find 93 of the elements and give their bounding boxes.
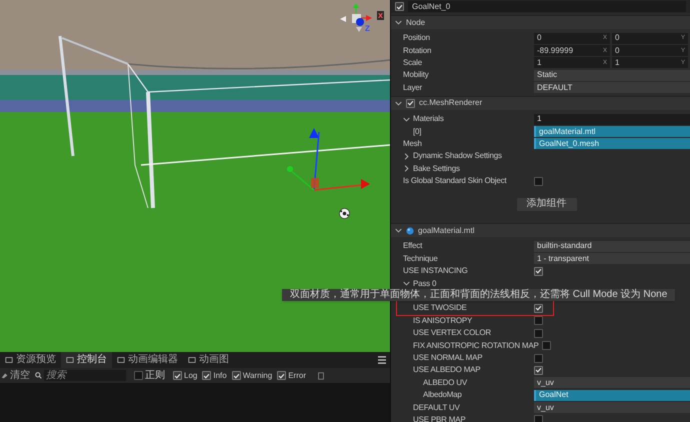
property-label: IS ANISOTROPY xyxy=(413,316,472,325)
property-label: Technique xyxy=(403,254,438,263)
checkbox[interactable] xyxy=(173,371,182,380)
panel-tab[interactable]: 动画编辑器 xyxy=(112,352,183,368)
asset-field[interactable]: GoalNet_0.mesh xyxy=(534,138,690,150)
asset-field[interactable]: goalMaterial.mtl xyxy=(534,126,690,138)
checkbox[interactable] xyxy=(534,328,543,338)
property-label: USE PBR MAP xyxy=(413,416,466,422)
checkbox[interactable] xyxy=(406,98,415,108)
property-label: DEFAULT UV xyxy=(413,404,460,412)
filter-checkbox[interactable]: Log xyxy=(173,371,198,380)
section-title: Node xyxy=(406,18,426,26)
property-label: Mobility xyxy=(403,71,429,80)
field-value: 0 xyxy=(537,34,542,42)
property-label: USE INSTANCING xyxy=(403,267,468,276)
property-label: [0] xyxy=(413,128,422,136)
dropdown-field[interactable]: builtin-standard xyxy=(534,240,690,252)
property-label: Dynamic Shadow Settings xyxy=(413,152,502,160)
filter-checkbox[interactable]: Info xyxy=(202,371,227,380)
field-value: 1 xyxy=(537,58,542,67)
property-label: AlbedoMap xyxy=(423,391,462,400)
checkbox[interactable] xyxy=(534,176,543,186)
property-label: Position xyxy=(403,34,430,42)
property-label: USE TWOSIDE xyxy=(413,304,467,312)
panel-tab[interactable]: 动画图 xyxy=(183,352,234,368)
add-component-button[interactable]: 添加组件 xyxy=(516,198,576,211)
clear-button[interactable]: 清空 xyxy=(1,370,30,380)
property-label: Bake Settings xyxy=(413,164,460,173)
chevron-down-icon[interactable] xyxy=(395,19,402,26)
property-label: USE NORMAL MAP xyxy=(413,354,482,362)
property-label: Effect xyxy=(403,242,422,250)
tab-icon xyxy=(5,356,13,364)
document-icon xyxy=(316,372,325,380)
tab-icon xyxy=(188,356,196,364)
property-label: Mesh xyxy=(403,140,422,148)
checkbox[interactable] xyxy=(534,354,543,362)
search-field[interactable]: 搜索 xyxy=(44,370,126,381)
checkbox[interactable] xyxy=(534,304,543,313)
checkbox[interactable] xyxy=(134,371,143,380)
chevron-right-icon[interactable] xyxy=(403,165,410,172)
checkbox[interactable] xyxy=(232,371,241,380)
node-name-field[interactable]: GoalNet_0 xyxy=(408,1,686,12)
menu-icon xyxy=(378,356,386,364)
panel-tab[interactable]: 资源预览 xyxy=(0,352,61,368)
checkbox[interactable] xyxy=(534,266,543,276)
dropdown-field[interactable]: Static xyxy=(534,70,690,81)
axis-label: x xyxy=(377,11,384,20)
property-label: Is Global Standard Skin Object xyxy=(403,177,506,186)
property-label: USE VERTEX COLOR xyxy=(413,329,492,338)
section-title: cc.MeshRenderer xyxy=(419,99,482,108)
tooltip: 双面材质，通常用于单面物体，正面和背面的法线相反，还需将 Cull Mode 设为 None xyxy=(282,289,676,301)
field-value: 0 xyxy=(615,46,620,55)
chevron-right-icon[interactable] xyxy=(403,152,410,160)
property-label: USE ALBEDO MAP xyxy=(413,366,480,374)
property-label: Pass 0 xyxy=(413,280,436,288)
property-label: Materials xyxy=(413,115,444,124)
checkbox[interactable] xyxy=(542,341,551,350)
checkbox[interactable] xyxy=(277,371,286,380)
checkbox[interactable] xyxy=(534,316,543,326)
number-field[interactable]: 1 xyxy=(534,114,690,125)
sphere-icon xyxy=(406,226,414,235)
dropdown-field[interactable]: v_uv xyxy=(534,402,690,414)
tab-icon xyxy=(66,356,74,364)
property-label: ALBEDO UV xyxy=(423,378,467,387)
chevron-down-icon[interactable] xyxy=(403,116,410,123)
dropdown-field[interactable]: v_uv xyxy=(534,377,690,388)
dropdown-field[interactable]: DEFAULT xyxy=(534,82,690,94)
checkbox[interactable] xyxy=(534,366,543,375)
filter-checkbox[interactable]: 正则 xyxy=(134,370,165,380)
property-label: FIX ANISOTROPIC ROTATION MAP xyxy=(413,342,539,350)
chevron-down-icon[interactable] xyxy=(403,280,410,288)
field-value: 1 xyxy=(615,58,620,67)
dropdown-field[interactable]: 1 - transparent xyxy=(534,253,690,264)
section-title: goalMaterial.mtl xyxy=(418,226,474,235)
property-label: Rotation xyxy=(403,46,432,55)
filter-checkbox[interactable]: Error xyxy=(277,371,306,380)
property-label: Scale xyxy=(403,58,422,67)
soccer-ball-icon xyxy=(339,208,350,219)
chevron-down-icon[interactable] xyxy=(395,227,402,234)
field-value: 0 xyxy=(615,34,620,42)
chevron-down-icon[interactable] xyxy=(395,100,402,107)
checkbox[interactable] xyxy=(395,2,404,11)
broom-icon xyxy=(1,372,8,379)
checkbox[interactable] xyxy=(534,415,543,422)
search-icon xyxy=(35,372,42,379)
panel-tab[interactable]: 控制台 xyxy=(61,352,112,368)
filter-checkbox[interactable]: Warning xyxy=(232,371,272,380)
checkbox[interactable] xyxy=(202,371,212,380)
property-label: Layer xyxy=(403,84,422,92)
asset-field[interactable]: GoalNet xyxy=(534,390,690,401)
tab-icon xyxy=(117,356,125,364)
axis-label: Z xyxy=(365,25,370,33)
field-value: -89.99999 xyxy=(537,46,574,55)
